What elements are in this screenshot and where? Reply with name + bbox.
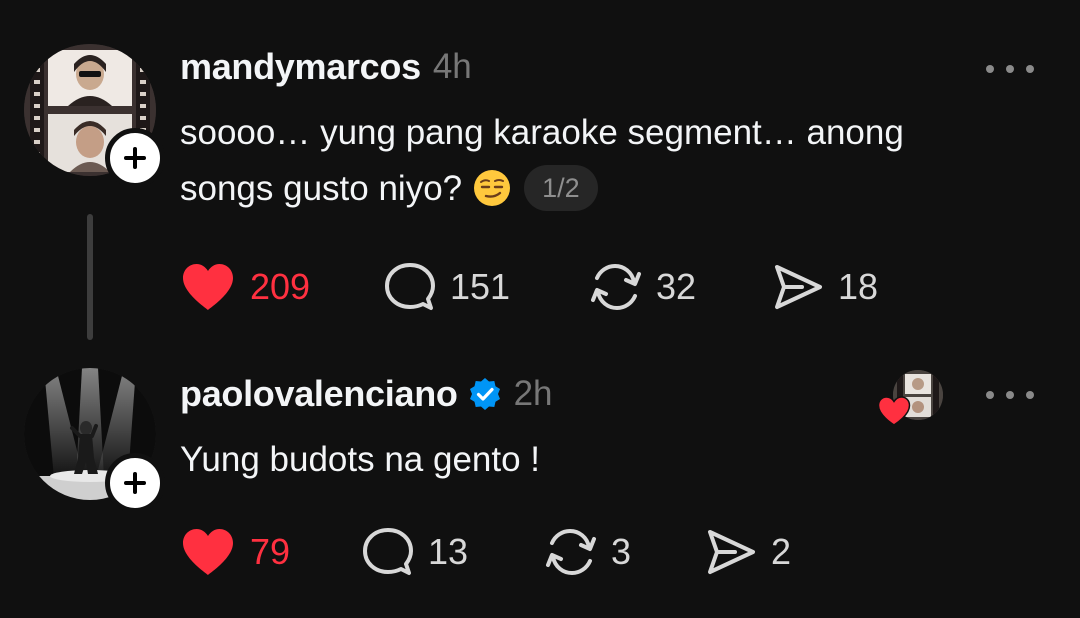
page-indicator-badge: 1/2 — [524, 164, 598, 211]
follow-button-paolovalenciano[interactable] — [105, 453, 165, 513]
send-arrow-icon — [775, 265, 822, 309]
share-count: 2 — [771, 531, 792, 572]
like-button[interactable]: 209 — [180, 262, 310, 312]
post-timestamp: 4h — [432, 47, 472, 86]
repost-button[interactable]: 32 — [590, 262, 696, 312]
more-dots-icon — [986, 391, 994, 399]
heart-icon — [183, 529, 233, 575]
like-count: 79 — [250, 531, 291, 572]
comment-bubble-icon — [385, 263, 435, 310]
post-text-line-1: Yung budots na gento ! — [180, 440, 541, 479]
threads-feed: mandymarcos 4h soooo… yung pang karaoke … — [0, 0, 1080, 618]
username-link[interactable]: mandymarcos — [180, 46, 421, 88]
more-dots-icon — [986, 65, 994, 73]
repost-arrows-icon — [591, 263, 641, 311]
repost-button[interactable]: 3 — [545, 527, 631, 577]
plus-icon — [124, 147, 146, 169]
repost-arrows-icon — [546, 528, 596, 576]
reply-button[interactable]: 151 — [384, 262, 510, 312]
reply-count: 151 — [450, 266, 511, 307]
smirking-face-emoji-icon — [472, 168, 512, 208]
post-body: soooo… yung pang karaoke segment… anong … — [180, 105, 904, 217]
like-button[interactable]: 79 — [180, 527, 290, 577]
post-header: mandymarcos 4h — [180, 42, 472, 92]
plus-icon — [124, 472, 146, 494]
post-header: paolovalenciano 2h — [180, 369, 553, 419]
more-options-button[interactable] — [986, 54, 1034, 84]
share-button[interactable]: 18 — [772, 262, 878, 312]
repost-count: 3 — [611, 531, 632, 572]
verified-badge-icon — [468, 377, 502, 411]
send-arrow-icon — [708, 530, 755, 574]
post-timestamp: 2h — [513, 374, 553, 413]
liked-by-author-heart-icon — [877, 396, 911, 426]
like-count: 209 — [250, 266, 311, 307]
post-text-line-1: soooo… yung pang karaoke segment… anong — [180, 113, 904, 152]
repost-count: 32 — [656, 266, 697, 307]
reply-button[interactable]: 13 — [362, 527, 468, 577]
thread-connector-line — [87, 214, 93, 340]
share-count: 18 — [838, 266, 879, 307]
comment-bubble-icon — [363, 528, 413, 575]
more-options-button[interactable] — [986, 380, 1034, 410]
username-link[interactable]: paolovalenciano — [180, 373, 458, 415]
post-text-line-2: songs gusto niyo? 1/2 — [180, 161, 904, 217]
post-text-line-2-text: songs gusto niyo? — [180, 169, 463, 208]
reply-count: 13 — [428, 531, 469, 572]
heart-icon — [183, 264, 233, 310]
share-button[interactable]: 2 — [705, 527, 791, 577]
post-body: Yung budots na gento ! — [180, 432, 540, 488]
follow-button-mandymarcos[interactable] — [105, 128, 165, 188]
